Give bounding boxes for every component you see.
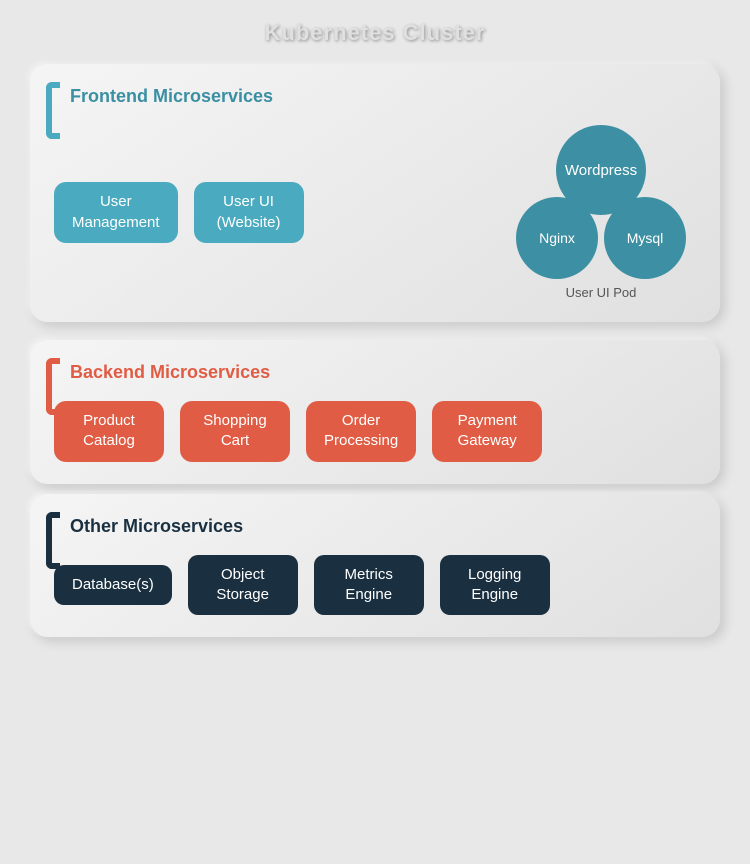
- backend-section: Backend Microservices Product Catalog Sh…: [30, 340, 720, 484]
- circle-wordpress: Wordpress: [556, 125, 646, 215]
- backend-section-label: Backend Microservices: [54, 362, 696, 383]
- chip-databases[interactable]: Database(s): [54, 565, 172, 605]
- chip-object-storage[interactable]: Object Storage: [188, 555, 298, 616]
- pod-label: User UI Pod: [566, 285, 637, 300]
- chip-user-ui[interactable]: User UI (Website): [194, 182, 304, 243]
- chip-order-processing[interactable]: Order Processing: [306, 401, 416, 462]
- pod-cluster: Wordpress Nginx Mysql User UI Pod: [516, 125, 686, 300]
- other-section-label: Other Microservices: [54, 516, 696, 537]
- chip-payment-gateway[interactable]: Payment Gateway: [432, 401, 542, 462]
- frontend-chips: User Management User UI (Website): [54, 182, 304, 243]
- chip-user-management[interactable]: User Management: [54, 182, 178, 243]
- other-section: Other Microservices Database(s) Object S…: [30, 494, 720, 638]
- frontend-section: Frontend Microservices User Management U…: [30, 64, 720, 322]
- page-title: Kubernetes Cluster: [265, 20, 486, 46]
- chip-shopping-cart[interactable]: Shopping Cart: [180, 401, 290, 462]
- chip-metrics-engine[interactable]: Metrics Engine: [314, 555, 424, 616]
- frontend-section-label: Frontend Microservices: [54, 86, 696, 107]
- chip-logging-engine[interactable]: Logging Engine: [440, 555, 550, 616]
- chip-product-catalog[interactable]: Product Catalog: [54, 401, 164, 462]
- backend-chips-row: Product Catalog Shopping Cart Order Proc…: [54, 401, 696, 462]
- other-chips-row: Database(s) Object Storage Metrics Engin…: [54, 555, 696, 616]
